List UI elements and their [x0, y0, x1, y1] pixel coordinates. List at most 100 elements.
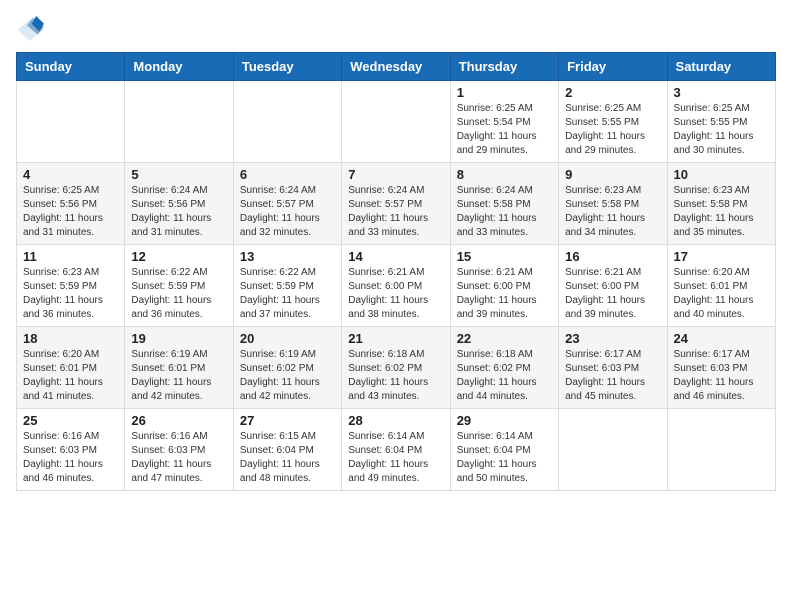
day-content: Sunrise: 6:21 AM Sunset: 6:00 PM Dayligh… [348, 266, 443, 322]
calendar-cell: 6 Sunrise: 6:24 AM Sunset: 5:57 PM Daylig… [233, 163, 341, 245]
day-content: Sunrise: 6:24 AM Sunset: 5:57 PM Dayligh… [240, 184, 335, 240]
calendar-cell [233, 81, 341, 163]
day-content: Sunrise: 6:17 AM Sunset: 6:03 PM Dayligh… [674, 348, 769, 404]
calendar-cell: 9 Sunrise: 6:23 AM Sunset: 5:58 PM Daylig… [559, 163, 667, 245]
calendar-cell: 13 Sunrise: 6:22 AM Sunset: 5:59 PM Dayli… [233, 245, 341, 327]
day-content: Sunrise: 6:16 AM Sunset: 6:03 PM Dayligh… [23, 430, 118, 486]
day-number: 11 [23, 249, 118, 264]
day-number: 24 [674, 331, 769, 346]
calendar-table: SundayMondayTuesdayWednesdayThursdayFrid… [16, 52, 776, 491]
calendar-cell [125, 81, 233, 163]
calendar-cell: 19Sunrise: 6:19 AM Sunset: 6:01 PM Dayli… [125, 327, 233, 409]
day-content: Sunrise: 6:16 AM Sunset: 6:03 PM Dayligh… [131, 430, 226, 486]
weekday-header-friday: Friday [559, 53, 667, 81]
day-number: 15 [457, 249, 552, 264]
day-content: Sunrise: 6:24 AM Sunset: 5:57 PM Dayligh… [348, 184, 443, 240]
day-content: Sunrise: 6:23 AM Sunset: 5:58 PM Dayligh… [565, 184, 660, 240]
day-number: 5 [131, 167, 226, 182]
calendar-cell: 28 Sunrise: 6:14 AM Sunset: 6:04 PM Dayli… [342, 409, 450, 491]
day-content: Sunrise: 6:15 AM Sunset: 6:04 PM Dayligh… [240, 430, 335, 486]
day-content: Sunrise: 6:18 AM Sunset: 6:02 PM Dayligh… [457, 348, 552, 404]
logo [16, 16, 48, 44]
weekday-header-tuesday: Tuesday [233, 53, 341, 81]
calendar-cell: 1 Sunrise: 6:25 AM Sunset: 5:54 PM Daylig… [450, 81, 558, 163]
calendar-cell: 20 Sunrise: 6:19 AM Sunset: 6:02 PM Dayli… [233, 327, 341, 409]
week-row-5: 25 Sunrise: 6:16 AM Sunset: 6:03 PM Dayli… [17, 409, 776, 491]
calendar-cell [342, 81, 450, 163]
day-number: 7 [348, 167, 443, 182]
day-number: 21 [348, 331, 443, 346]
weekday-header-row: SundayMondayTuesdayWednesdayThursdayFrid… [17, 53, 776, 81]
calendar-cell: 18Sunrise: 6:20 AM Sunset: 6:01 PM Dayli… [17, 327, 125, 409]
day-content: Sunrise: 6:21 AM Sunset: 6:00 PM Dayligh… [457, 266, 552, 322]
calendar-cell: 8Sunrise: 6:24 AM Sunset: 5:58 PM Daylig… [450, 163, 558, 245]
day-content: Sunrise: 6:19 AM Sunset: 6:02 PM Dayligh… [240, 348, 335, 404]
weekday-header-wednesday: Wednesday [342, 53, 450, 81]
calendar-cell [559, 409, 667, 491]
day-number: 28 [348, 413, 443, 428]
day-number: 12 [131, 249, 226, 264]
day-number: 9 [565, 167, 660, 182]
day-content: Sunrise: 6:14 AM Sunset: 6:04 PM Dayligh… [348, 430, 443, 486]
day-number: 3 [674, 85, 769, 100]
day-number: 10 [674, 167, 769, 182]
day-content: Sunrise: 6:23 AM Sunset: 5:58 PM Dayligh… [674, 184, 769, 240]
day-content: Sunrise: 6:25 AM Sunset: 5:54 PM Dayligh… [457, 102, 552, 158]
calendar-cell: 3 Sunrise: 6:25 AM Sunset: 5:55 PM Daylig… [667, 81, 775, 163]
day-number: 6 [240, 167, 335, 182]
week-row-2: 4 Sunrise: 6:25 AM Sunset: 5:56 PM Daylig… [17, 163, 776, 245]
calendar-cell: 17Sunrise: 6:20 AM Sunset: 6:01 PM Dayli… [667, 245, 775, 327]
day-number: 2 [565, 85, 660, 100]
logo-icon [16, 16, 44, 44]
calendar-cell: 11 Sunrise: 6:23 AM Sunset: 5:59 PM Dayli… [17, 245, 125, 327]
week-row-4: 18Sunrise: 6:20 AM Sunset: 6:01 PM Dayli… [17, 327, 776, 409]
day-content: Sunrise: 6:21 AM Sunset: 6:00 PM Dayligh… [565, 266, 660, 322]
calendar-cell [17, 81, 125, 163]
day-number: 25 [23, 413, 118, 428]
calendar-cell: 26 Sunrise: 6:16 AM Sunset: 6:03 PM Dayli… [125, 409, 233, 491]
calendar-cell: 5 Sunrise: 6:24 AM Sunset: 5:56 PM Daylig… [125, 163, 233, 245]
calendar-cell: 7 Sunrise: 6:24 AM Sunset: 5:57 PM Daylig… [342, 163, 450, 245]
calendar-cell: 25 Sunrise: 6:16 AM Sunset: 6:03 PM Dayli… [17, 409, 125, 491]
calendar-cell: 23 Sunrise: 6:17 AM Sunset: 6:03 PM Dayli… [559, 327, 667, 409]
calendar-cell: 16 Sunrise: 6:21 AM Sunset: 6:00 PM Dayli… [559, 245, 667, 327]
day-content: Sunrise: 6:17 AM Sunset: 6:03 PM Dayligh… [565, 348, 660, 404]
day-number: 18 [23, 331, 118, 346]
weekday-header-sunday: Sunday [17, 53, 125, 81]
day-number: 1 [457, 85, 552, 100]
calendar-cell: 21 Sunrise: 6:18 AM Sunset: 6:02 PM Dayli… [342, 327, 450, 409]
day-number: 4 [23, 167, 118, 182]
day-content: Sunrise: 6:25 AM Sunset: 5:56 PM Dayligh… [23, 184, 118, 240]
day-number: 26 [131, 413, 226, 428]
day-content: Sunrise: 6:22 AM Sunset: 5:59 PM Dayligh… [131, 266, 226, 322]
day-number: 16 [565, 249, 660, 264]
day-content: Sunrise: 6:23 AM Sunset: 5:59 PM Dayligh… [23, 266, 118, 322]
day-number: 20 [240, 331, 335, 346]
day-content: Sunrise: 6:25 AM Sunset: 5:55 PM Dayligh… [674, 102, 769, 158]
calendar-cell: 12 Sunrise: 6:22 AM Sunset: 5:59 PM Dayli… [125, 245, 233, 327]
calendar-cell: 15 Sunrise: 6:21 AM Sunset: 6:00 PM Dayli… [450, 245, 558, 327]
day-number: 29 [457, 413, 552, 428]
day-content: Sunrise: 6:24 AM Sunset: 5:58 PM Dayligh… [457, 184, 552, 240]
week-row-3: 11 Sunrise: 6:23 AM Sunset: 5:59 PM Dayli… [17, 245, 776, 327]
calendar-cell: 2 Sunrise: 6:25 AM Sunset: 5:55 PM Daylig… [559, 81, 667, 163]
calendar-cell: 14 Sunrise: 6:21 AM Sunset: 6:00 PM Dayli… [342, 245, 450, 327]
day-content: Sunrise: 6:14 AM Sunset: 6:04 PM Dayligh… [457, 430, 552, 486]
day-number: 23 [565, 331, 660, 346]
day-number: 14 [348, 249, 443, 264]
day-content: Sunrise: 6:22 AM Sunset: 5:59 PM Dayligh… [240, 266, 335, 322]
day-content: Sunrise: 6:24 AM Sunset: 5:56 PM Dayligh… [131, 184, 226, 240]
calendar-cell: 4 Sunrise: 6:25 AM Sunset: 5:56 PM Daylig… [17, 163, 125, 245]
weekday-header-saturday: Saturday [667, 53, 775, 81]
day-content: Sunrise: 6:18 AM Sunset: 6:02 PM Dayligh… [348, 348, 443, 404]
calendar-cell: 10 Sunrise: 6:23 AM Sunset: 5:58 PM Dayli… [667, 163, 775, 245]
day-number: 13 [240, 249, 335, 264]
week-row-1: 1 Sunrise: 6:25 AM Sunset: 5:54 PM Daylig… [17, 81, 776, 163]
calendar-cell [667, 409, 775, 491]
day-content: Sunrise: 6:25 AM Sunset: 5:55 PM Dayligh… [565, 102, 660, 158]
day-number: 22 [457, 331, 552, 346]
day-content: Sunrise: 6:20 AM Sunset: 6:01 PM Dayligh… [674, 266, 769, 322]
calendar-cell: 27Sunrise: 6:15 AM Sunset: 6:04 PM Dayli… [233, 409, 341, 491]
calendar-cell: 22 Sunrise: 6:18 AM Sunset: 6:02 PM Dayli… [450, 327, 558, 409]
weekday-header-thursday: Thursday [450, 53, 558, 81]
